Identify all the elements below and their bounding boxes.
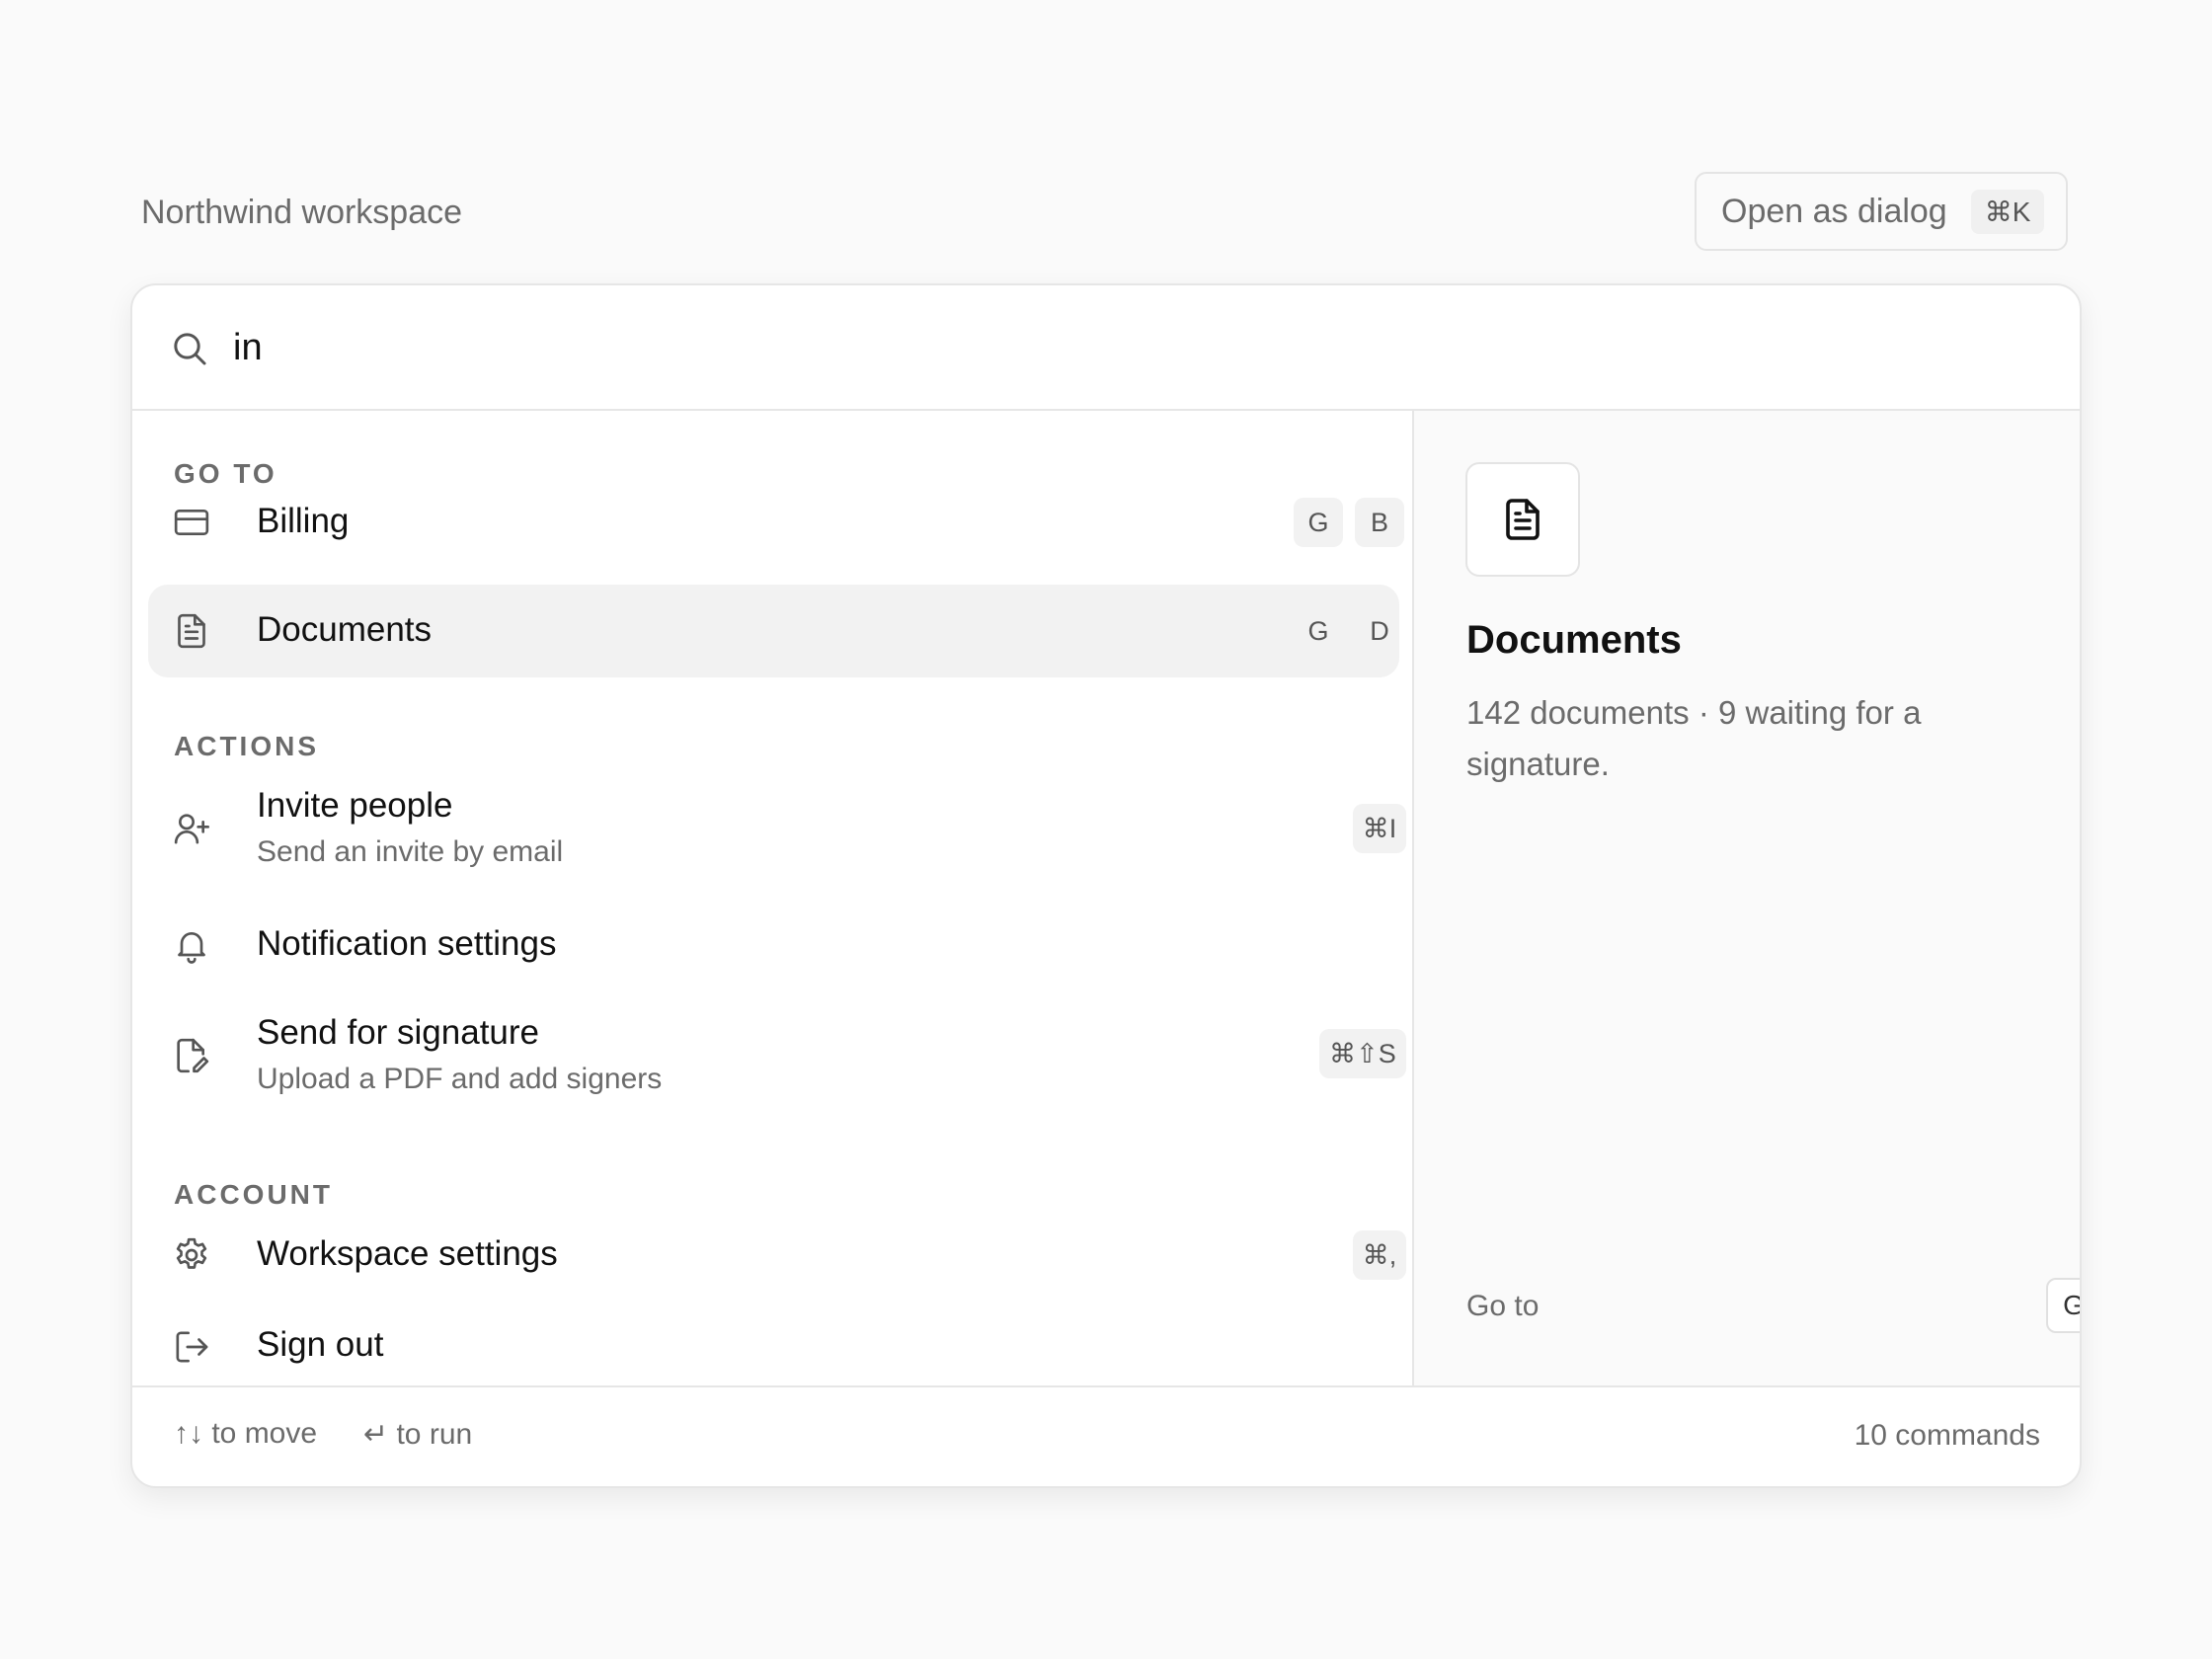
group-label-actions: ACTIONS xyxy=(174,731,319,761)
file-signature-icon xyxy=(172,1036,211,1075)
command-item-workspace-settings[interactable]: Workspace settings ⌘, xyxy=(148,1211,1406,1300)
search-bar xyxy=(132,285,2080,411)
bell-icon xyxy=(172,925,211,965)
document-icon xyxy=(172,611,211,651)
group-label-account: ACCOUNT xyxy=(174,1179,333,1210)
user-plus-icon xyxy=(172,809,211,848)
open-as-dialog-shortcut: ⌘K xyxy=(1970,189,2045,234)
command-item-subtitle: Upload a PDF and add signers xyxy=(257,1063,663,1095)
command-list: GO TO Billing G B Documents G D ACTIONS … xyxy=(132,411,1414,1385)
preview-pane: Documents 142 documents · 9 waiting for … xyxy=(1414,411,2080,1385)
run-hint: ↵ to run xyxy=(363,1418,473,1451)
command-count: 10 commands xyxy=(1854,1419,2040,1452)
command-item-title: Invite people xyxy=(257,786,453,825)
shortcut-key: G xyxy=(1307,615,1329,646)
shortcut-key: G xyxy=(1294,498,1343,547)
shortcut-key: D xyxy=(1370,615,1389,646)
shortcut-key: B xyxy=(1355,498,1404,547)
command-item-sign-out[interactable]: Sign out xyxy=(148,1304,1399,1385)
command-item-documents[interactable]: Documents G D xyxy=(148,585,1399,677)
command-palette: GO TO Billing G B Documents G D ACTIONS … xyxy=(130,283,2082,1488)
command-item-title: Sign out xyxy=(257,1325,384,1364)
open-as-dialog-label: Open as dialog xyxy=(1721,192,1947,230)
command-item-subtitle: Send an invite by email xyxy=(257,835,564,868)
preview-action-label: Go to xyxy=(1466,1290,1540,1322)
move-hint: ↑↓ to move xyxy=(174,1417,318,1450)
preview-description: 142 documents · 9 waiting for a signatur… xyxy=(1466,694,1922,782)
command-item-send-for-signature[interactable]: Send for signature Upload a PDF and add … xyxy=(148,993,1406,1116)
workspace-label: Northwind workspace xyxy=(141,194,463,231)
gear-icon xyxy=(172,1235,211,1275)
command-item-title: Billing xyxy=(257,502,350,540)
document-icon xyxy=(1499,496,1546,543)
shortcut-key: ⌘, xyxy=(1353,1230,1406,1280)
command-item-title: Send for signature xyxy=(257,1013,540,1052)
shortcut-key: ⌘⇧S xyxy=(1319,1029,1406,1078)
command-item-title: Notification settings xyxy=(257,924,557,963)
search-icon xyxy=(170,329,209,368)
preview-title: Documents xyxy=(1466,618,1682,662)
open-as-dialog-button[interactable]: Open as dialog ⌘K xyxy=(1695,172,2068,251)
preview-icon xyxy=(1465,462,1580,577)
command-item-notification-settings[interactable]: Notification settings xyxy=(148,901,1399,989)
shortcut-key: ⌘I xyxy=(1353,804,1406,853)
sign-out-icon xyxy=(172,1327,211,1367)
command-item-invite-people[interactable]: Invite people Send an invite by email ⌘I xyxy=(148,766,1406,889)
command-item-billing[interactable]: Billing G B xyxy=(148,478,1404,567)
search-input[interactable] xyxy=(233,313,2011,382)
command-item-title: Workspace settings xyxy=(257,1234,558,1273)
credit-card-icon xyxy=(172,503,211,542)
command-item-title: Documents xyxy=(257,610,433,649)
preview-key: G xyxy=(2046,1278,2080,1333)
palette-footer: ↑↓ to move ↵ to run 10 commands xyxy=(132,1385,2080,1486)
